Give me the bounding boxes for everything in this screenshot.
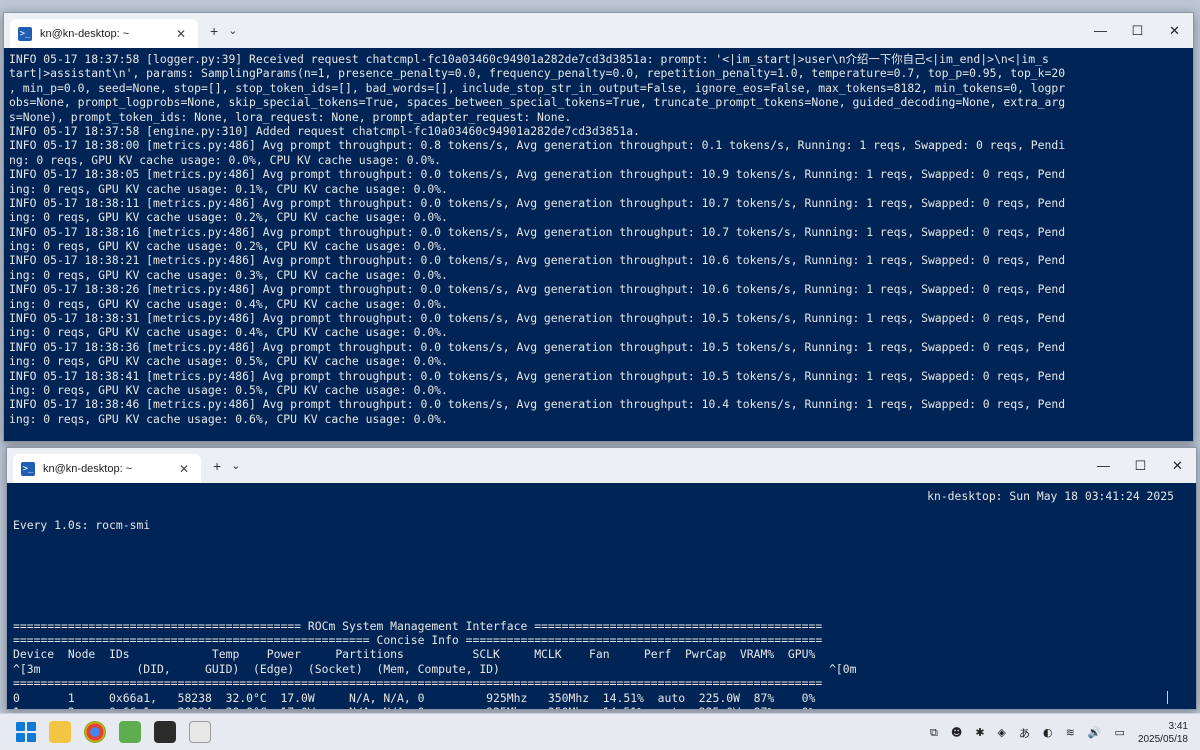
minimize-button[interactable]: — xyxy=(1082,13,1119,48)
terminal-line: INFO 05-17 18:38:16 [metrics.py:486] Avg… xyxy=(9,224,1066,239)
terminal-window-rocm-smi[interactable]: >_ kn@kn-desktop: ~ ✕ + ⌄ — ☐ ✕ Every 1.… xyxy=(6,447,1197,710)
terminal-line: INFO 05-17 18:38:21 [metrics.py:486] Avg… xyxy=(9,253,1066,268)
tab-label: kn@kn-desktop: ~ xyxy=(43,462,133,475)
ime-icon[interactable]: あ xyxy=(1019,725,1030,741)
taskbar: ⧉ ☻ ✱ ◈ あ ◐ ≋ 🔊 ▭ 3:41 2025/05/18 xyxy=(0,713,1200,750)
terminal-line: INFO 05-17 18:38:36 [metrics.py:486] Avg… xyxy=(9,339,1066,354)
volume-icon[interactable]: 🔊 xyxy=(1088,726,1102,739)
watch-header-right: kn-desktop: Sun May 18 03:41:24 2025 xyxy=(927,489,1174,503)
new-tab-button[interactable]: + xyxy=(210,23,218,39)
clock-time: 3:41 xyxy=(1168,720,1188,732)
terminal-icon: >_ xyxy=(21,461,35,476)
terminal-line: ing: 0 reqs, GPU KV cache usage: 0.5%, C… xyxy=(9,382,448,397)
terminal-line: 0 1 0x66a1, 58238 32.0°C 17.0W N/A, N/A,… xyxy=(13,690,816,705)
terminal-line: ing: 0 reqs, GPU KV cache usage: 0.5%, C… xyxy=(9,354,448,369)
clock[interactable]: 3:41 2025/05/18 xyxy=(1138,720,1188,746)
terminal-line: INFO 05-17 18:38:31 [metrics.py:486] Avg… xyxy=(9,311,1066,326)
start-button[interactable] xyxy=(16,722,36,742)
terminal-line: INFO 05-17 18:38:11 [metrics.py:486] Avg… xyxy=(9,195,1066,210)
terminal-line: obs=None, prompt_logprobs=None, skip_spe… xyxy=(9,95,1066,110)
terminal-line: ing: 0 reqs, GPU KV cache usage: 0.3%, C… xyxy=(9,267,448,282)
tab-dropdown-button[interactable]: ⌄ xyxy=(228,24,237,37)
terminal-tab[interactable]: >_ kn@kn-desktop: ~ ✕ xyxy=(13,454,201,483)
file-explorer-icon[interactable] xyxy=(49,721,71,743)
maximize-button[interactable]: ☐ xyxy=(1119,13,1156,48)
terminal-app-icon[interactable] xyxy=(154,721,176,743)
watch-header-left: Every 1.0s: rocm-smi xyxy=(13,517,151,532)
terminal-line: INFO 05-17 18:38:46 [metrics.py:486] Avg… xyxy=(9,397,1066,412)
terminal-line: ^[3m (DID, GUID) (Edge) (Socket) (Mem, C… xyxy=(13,661,857,676)
clock-date: 2025/05/18 xyxy=(1137,733,1188,745)
terminal-line: ========================================… xyxy=(13,676,823,691)
terminal-line: s=None), prompt_token_ids: None, lora_re… xyxy=(9,109,572,124)
terminal-line: ing: 0 reqs, GPU KV cache usage: 0.2%, C… xyxy=(9,210,448,225)
terminal-line: ing: 0 reqs, GPU KV cache usage: 0.4%, C… xyxy=(9,296,448,311)
terminal-tab[interactable]: >_ kn@kn-desktop: ~ ✕ xyxy=(10,19,198,48)
terminal-line: INFO 05-17 18:37:58 [logger.py:39] Recei… xyxy=(9,52,1049,66)
close-window-button[interactable]: ✕ xyxy=(1156,13,1193,48)
close-window-button[interactable]: ✕ xyxy=(1159,448,1196,483)
task-view-icon[interactable]: ⧉ xyxy=(930,726,938,740)
notepad-icon[interactable] xyxy=(119,721,141,743)
night-light-icon[interactable]: ◐ xyxy=(1043,726,1053,739)
battery-icon[interactable]: ▭ xyxy=(1115,726,1125,739)
terminal-line: INFO 05-17 18:38:00 [metrics.py:486] Avg… xyxy=(9,138,1066,153)
text-cursor xyxy=(1167,691,1168,704)
minimize-button[interactable]: — xyxy=(1085,448,1122,483)
terminal-line: INFO 05-17 18:38:41 [metrics.py:486] Avg… xyxy=(9,368,1066,383)
terminal-icon: >_ xyxy=(18,26,32,41)
terminal-line: INFO 05-17 18:38:26 [metrics.py:486] Avg… xyxy=(9,282,1066,297)
security-icon[interactable]: ◈ xyxy=(998,726,1006,739)
snipping-tool-icon[interactable] xyxy=(189,721,211,743)
system-tray: ⧉ ☻ ✱ ◈ あ ◐ ≋ 🔊 ▭ 3:41 2025/05/18 xyxy=(930,714,1200,750)
title-bar[interactable]: >_ kn@kn-desktop: ~ ✕ + ⌄ — ☐ ✕ xyxy=(7,448,1196,483)
tab-label: kn@kn-desktop: ~ xyxy=(40,27,130,40)
terminal-line: ing: 0 reqs, GPU KV cache usage: 0.1%, C… xyxy=(9,181,448,196)
terminal-line: ng: 0 reqs, GPU KV cache usage: 0.0%, CP… xyxy=(9,152,442,167)
new-tab-button[interactable]: + xyxy=(213,458,221,474)
terminal-window-vllm[interactable]: >_ kn@kn-desktop: ~ ✕ + ⌄ — ☐ ✕ INFO 05-… xyxy=(3,12,1194,442)
maximize-button[interactable]: ☐ xyxy=(1122,448,1159,483)
close-tab-icon[interactable]: ✕ xyxy=(172,27,190,41)
window-controls: — ☐ ✕ xyxy=(1085,448,1196,483)
wifi-icon[interactable]: ≋ xyxy=(1066,726,1075,739)
title-bar[interactable]: >_ kn@kn-desktop: ~ ✕ + ⌄ — ☐ ✕ xyxy=(4,13,1193,48)
close-tab-icon[interactable]: ✕ xyxy=(175,462,193,476)
chat-app-icon[interactable]: ☻ xyxy=(951,726,962,739)
terminal-line: INFO 05-17 18:37:58 [engine.py:310] Adde… xyxy=(9,123,640,138)
terminal-line: ========================================… xyxy=(13,618,823,633)
tab-dropdown-button[interactable]: ⌄ xyxy=(231,459,240,472)
terminal-output[interactable]: INFO 05-17 18:37:58 [logger.py:39] Recei… xyxy=(4,48,1193,441)
terminal-line: tart|>assistant\n', params: SamplingPara… xyxy=(9,66,1066,81)
terminal-line: ing: 0 reqs, GPU KV cache usage: 0.2%, C… xyxy=(9,239,448,254)
terminal-output[interactable]: Every 1.0s: rocm-smi kn-desktop: Sun May… xyxy=(7,483,1196,709)
terminal-line: Device Node IDs Temp Power Partitions SC… xyxy=(13,647,816,662)
terminal-line: INFO 05-17 18:38:05 [metrics.py:486] Avg… xyxy=(9,167,1066,182)
window-controls: — ☐ ✕ xyxy=(1082,13,1193,48)
terminal-line: ing: 0 reqs, GPU KV cache usage: 0.4%, C… xyxy=(9,325,448,340)
bluetooth-icon[interactable]: ✱ xyxy=(975,726,984,739)
chrome-icon[interactable] xyxy=(84,721,106,743)
terminal-line: , min_p=0.0, seed=None, stop=[], stop_to… xyxy=(9,80,1066,95)
terminal-line: ing: 0 reqs, GPU KV cache usage: 0.6%, C… xyxy=(9,411,448,426)
terminal-line: ========================================… xyxy=(13,632,823,647)
terminal-line: 1 2 0x66a1, 30394 30.0°C 17.0W N/A, N/A,… xyxy=(13,705,1190,709)
